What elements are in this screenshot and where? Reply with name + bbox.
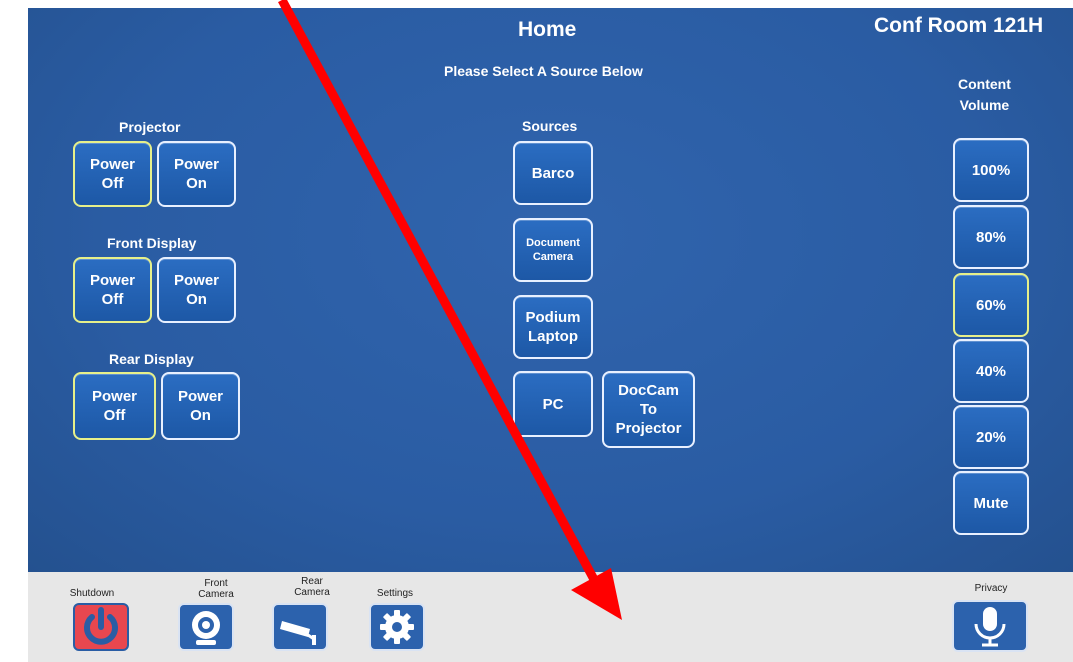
front-display-label: Front Display: [107, 235, 197, 251]
webcam-icon: [192, 611, 220, 645]
source-barco-button[interactable]: Barco: [513, 141, 593, 205]
volume-20-label: 20%: [975, 428, 1007, 446]
gear-icon: [380, 610, 414, 644]
content-volume-label: Content Volume: [958, 76, 1011, 113]
source-pc-button[interactable]: PC: [513, 371, 593, 437]
select-source-prompt: Please Select A Source Below: [444, 63, 643, 79]
page-title: Home: [518, 18, 577, 41]
settings-button[interactable]: [369, 603, 425, 651]
volume-80-label: 80%: [975, 228, 1007, 246]
volume-60-button[interactable]: 60%: [953, 273, 1029, 337]
rear-camera-button[interactable]: [272, 603, 328, 651]
source-document-camera-button[interactable]: Document Camera: [513, 218, 593, 282]
front-display-power-on-label: Power On: [173, 272, 219, 308]
power-icon: [84, 607, 118, 645]
footer-bar: Shutdown Front Camera Rear Camera Settin…: [28, 572, 1073, 662]
volume-40-button[interactable]: 40%: [953, 339, 1029, 403]
rear-display-power-on-label: Power On: [177, 388, 223, 424]
rear-display-power-off-button[interactable]: Power Off: [73, 372, 156, 440]
touch-panel-screen: Home Conf Room 121H Please Select A Sour…: [28, 8, 1073, 662]
privacy-button[interactable]: [952, 600, 1028, 652]
source-doccam-to-projector-label: DocCam To Projector: [615, 382, 682, 437]
room-name: Conf Room 121H: [874, 14, 1044, 37]
source-pc-label: PC: [542, 395, 564, 413]
volume-mute-button[interactable]: Mute: [953, 471, 1029, 535]
rear-display-power-off-label: Power Off: [91, 388, 137, 424]
volume-60-label: 60%: [975, 296, 1007, 314]
microphone-icon: [974, 607, 1006, 647]
source-podium-laptop-button[interactable]: Podium Laptop: [513, 295, 593, 359]
main-panel: Home Conf Room 121H Please Select A Sour…: [28, 8, 1073, 572]
shutdown-button[interactable]: [73, 603, 129, 651]
rear-display-power-on-button[interactable]: Power On: [161, 372, 240, 440]
projector-power-off-label: Power Off: [89, 156, 135, 192]
volume-80-button[interactable]: 80%: [953, 205, 1029, 269]
front-display-power-off-label: Power Off: [89, 272, 135, 308]
front-camera-button[interactable]: [178, 603, 234, 651]
projector-label: Projector: [119, 119, 181, 135]
rear-display-label: Rear Display: [109, 351, 194, 367]
projector-power-on-label: Power On: [173, 156, 219, 192]
security-camera-icon: [280, 621, 316, 645]
shutdown-label: Shutdown: [69, 588, 115, 599]
source-podium-laptop-label: Podium Laptop: [525, 309, 581, 345]
front-camera-label: Front Camera: [198, 578, 234, 600]
source-barco-label: Barco: [531, 164, 575, 182]
settings-label: Settings: [376, 588, 414, 599]
volume-40-label: 40%: [975, 362, 1007, 380]
volume-100-label: 100%: [971, 161, 1011, 179]
rear-camera-label: Rear Camera: [294, 576, 330, 598]
privacy-label: Privacy: [974, 583, 1008, 594]
source-document-camera-label: Document Camera: [526, 237, 580, 263]
source-doccam-to-projector-button[interactable]: DocCam To Projector: [602, 371, 695, 448]
volume-mute-label: Mute: [973, 494, 1009, 512]
projector-power-off-button[interactable]: Power Off: [73, 141, 152, 207]
front-display-power-off-button[interactable]: Power Off: [73, 257, 152, 323]
volume-100-button[interactable]: 100%: [953, 138, 1029, 202]
front-display-power-on-button[interactable]: Power On: [157, 257, 236, 323]
volume-20-button[interactable]: 20%: [953, 405, 1029, 469]
sources-label: Sources: [522, 118, 578, 134]
projector-power-on-button[interactable]: Power On: [157, 141, 236, 207]
